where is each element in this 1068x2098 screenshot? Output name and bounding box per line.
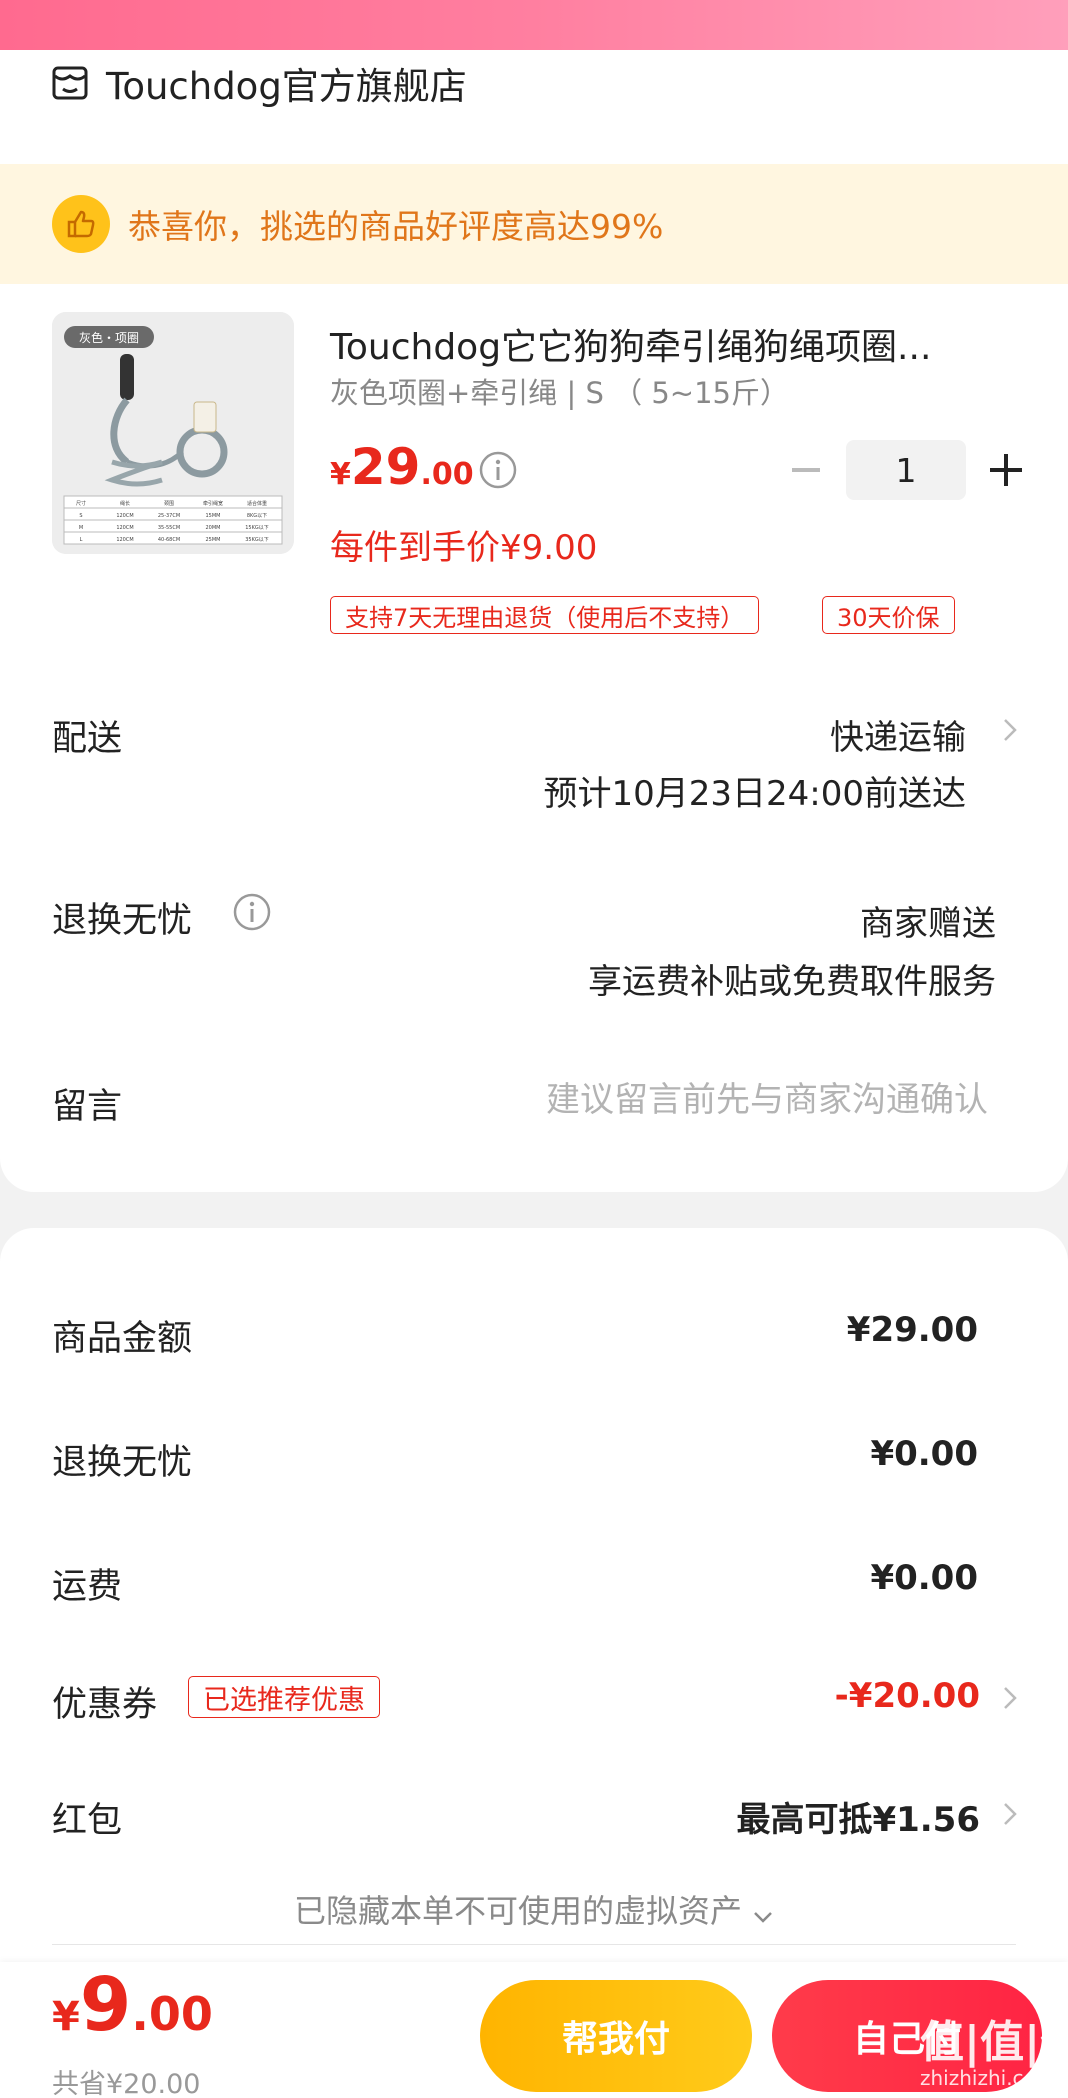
- quantity-value[interactable]: 1: [846, 440, 966, 500]
- size-table-cell: 35KG以下: [245, 537, 269, 543]
- divider: [52, 1944, 1016, 1945]
- message-label: 留言: [52, 1087, 123, 1127]
- price-decimal: .00: [420, 457, 474, 492]
- quantity-increase-button[interactable]: [984, 446, 1028, 494]
- product-spec[interactable]: 灰色项圈+牵引绳 | S （ 5~15斤）: [330, 370, 789, 412]
- message-input[interactable]: [428, 1070, 988, 1130]
- top-banner: [0, 0, 1068, 50]
- quantity-decrease-button[interactable]: [786, 446, 826, 494]
- size-table-cell: 15MM: [206, 513, 221, 519]
- size-table-cell: 40-68CM: [158, 537, 180, 543]
- image-badge: 灰色・项圈: [79, 331, 139, 345]
- chevron-right-icon[interactable]: [1000, 712, 1020, 748]
- coupon-badge: 已选推荐优惠: [188, 1676, 380, 1718]
- size-table-cell: 35-55CM: [158, 525, 180, 531]
- size-table-cell: 25-37CM: [158, 513, 180, 519]
- size-table-cell: 适合体重: [247, 500, 267, 507]
- size-table-cell: M: [79, 525, 83, 531]
- total-integer: 9: [79, 1962, 132, 2048]
- size-table-cell: 20MM: [206, 525, 221, 531]
- price-protection-tag: 30天价保: [822, 596, 955, 634]
- info-icon[interactable]: [232, 892, 272, 936]
- worry-free-fee-value: ¥0.00: [870, 1434, 978, 1474]
- watermark-url: zhizhizhi.com: [920, 2066, 1056, 2090]
- unit-price: 每件到手价¥9.00: [330, 528, 598, 568]
- total-decimal: .00: [131, 1987, 213, 2041]
- shipping-label: 运费: [52, 1567, 123, 1607]
- saved-amount: 共省¥20.00: [52, 2069, 201, 2098]
- red-packet-value[interactable]: 最高可抵¥1.56: [736, 1792, 980, 1841]
- size-table-cell: 牵引绳宽: [203, 500, 223, 507]
- store-header[interactable]: Touchdog官方旗舰店: [52, 58, 467, 108]
- chevron-right-icon[interactable]: [1000, 1680, 1020, 1716]
- hidden-assets-toggle[interactable]: 已隐藏本单不可使用的虚拟资产: [0, 1886, 1068, 1932]
- store-name: Touchdog官方旗舰店: [106, 65, 467, 108]
- red-packet-label: 红包: [52, 1801, 123, 1841]
- worry-free-fee-label: 退换无忧: [52, 1443, 193, 1483]
- size-table-cell: 8KG以下: [247, 513, 267, 519]
- size-table-cell: 15KG以下: [245, 525, 269, 531]
- delivery-label: 配送: [52, 719, 123, 759]
- praise-banner: 恭喜你，挑选的商品好评度高达99%: [0, 164, 1068, 284]
- size-table-cell: 尺寸: [76, 500, 86, 507]
- product-image[interactable]: 灰色・项圈 尺寸 绳长 颈围 牵引绳宽 适合体重 S 120CM 25-37CM…: [52, 312, 294, 554]
- price-symbol: ¥: [330, 457, 351, 492]
- chevron-right-icon[interactable]: [1000, 1796, 1020, 1832]
- worry-free-value: 商家赠送: [860, 904, 996, 944]
- product-price: ¥29.00: [330, 438, 474, 496]
- worry-free-label: 退换无忧: [52, 901, 193, 941]
- coupon-label: 优惠券: [52, 1685, 158, 1725]
- product-title[interactable]: Touchdog它它狗狗牵引绳狗绳项圈...: [330, 318, 931, 370]
- total-price: ¥9.00: [52, 1962, 213, 2048]
- worry-free-detail: 享运费补贴或免费取件服务: [588, 962, 996, 1002]
- size-table-cell: 120CM: [116, 525, 133, 531]
- coupon-value[interactable]: -¥20.00: [835, 1676, 980, 1716]
- return-policy-tag: 支持7天无理由退货（使用后不支持）: [330, 596, 760, 634]
- delivery-eta: 预计10月23日24:00前送达: [543, 774, 966, 814]
- size-table-cell: 颈围: [164, 500, 174, 507]
- info-icon[interactable]: [478, 450, 518, 494]
- total-symbol: ¥: [52, 1994, 80, 2040]
- store-icon: [52, 65, 88, 101]
- shipping-value: ¥0.00: [870, 1558, 978, 1598]
- watermark-logo: 值|值|值: [920, 2017, 1068, 2068]
- goods-amount-value: ¥29.00: [846, 1310, 978, 1350]
- size-table-cell: 120CM: [116, 537, 133, 543]
- thumbs-up-icon: [52, 195, 110, 253]
- help-pay-button[interactable]: 帮我付: [480, 1980, 752, 2092]
- chevron-down-icon: [752, 1894, 774, 1932]
- size-table-cell: L: [80, 537, 83, 543]
- price-integer: 29: [350, 438, 421, 496]
- delivery-method[interactable]: 快递运输: [830, 710, 966, 759]
- size-table-cell: S: [79, 513, 82, 519]
- size-table-cell: 25MM: [206, 537, 221, 543]
- goods-amount-label: 商品金额: [52, 1319, 193, 1359]
- praise-text: 恭喜你，挑选的商品好评度高达99%: [128, 207, 664, 246]
- size-table-cell: 120CM: [116, 513, 133, 519]
- hidden-assets-text: 已隐藏本单不可使用的虚拟资产: [293, 1892, 742, 1930]
- size-table-cell: 绳长: [120, 500, 130, 507]
